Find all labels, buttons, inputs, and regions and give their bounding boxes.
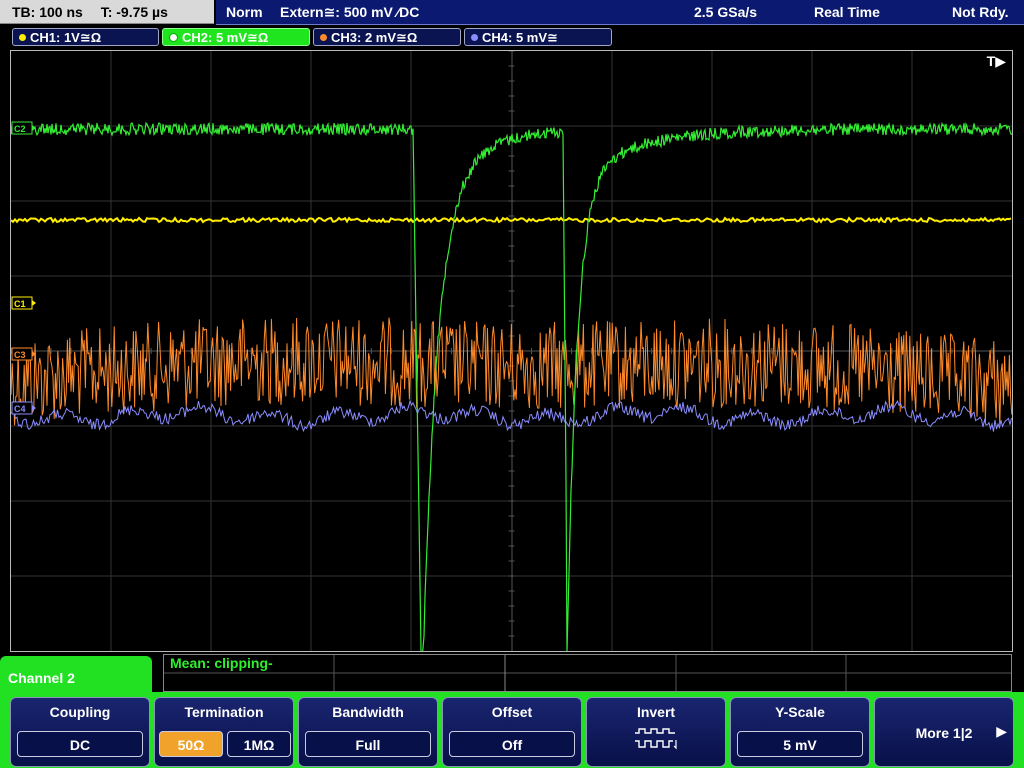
coupling-title: Coupling (49, 704, 111, 720)
measurement-readout: Mean: clipping- (170, 655, 273, 671)
trigger-status-strip[interactable]: Norm Extern≅: 500 mV ⁄DC 2.5 GSa/s Real … (216, 0, 1024, 25)
channel-marker-c4[interactable]: C4 (11, 401, 36, 415)
channel-marker-c3[interactable]: C3 (11, 347, 36, 361)
ch3-label: CH3: 2 mV≅Ω (331, 30, 418, 45)
more-label: More 1|2 (915, 725, 973, 741)
offset-value[interactable]: Off (449, 731, 575, 757)
svg-text:C2: C2 (14, 124, 26, 134)
invert-title: Invert (636, 704, 676, 720)
trigger-position-marker-icon: T▶ (986, 53, 1006, 69)
yscale-title: Y-Scale (775, 704, 825, 720)
sample-rate: 2.5 GSa/s (694, 4, 758, 20)
bandwidth-value[interactable]: Full (305, 731, 431, 757)
termination-50ohm-option[interactable]: 50Ω (159, 731, 223, 757)
yscale-value[interactable]: 5 mV (737, 731, 863, 757)
ch1-label: CH1: 1V≅Ω (30, 30, 102, 45)
ch3-dot-icon (320, 34, 327, 42)
svg-text:C3: C3 (14, 350, 26, 360)
acquisition-mode: Real Time (814, 4, 880, 20)
more-softkey[interactable]: More 1|2 ▶ (874, 697, 1014, 767)
waveform-canvas: C2 C1 C3 C4 (11, 51, 1012, 651)
waveform-display[interactable]: C2 C1 C3 C4 T▶ (10, 50, 1013, 652)
arrow-right-icon: ▶ (996, 723, 1007, 739)
coupling-value[interactable]: DC (17, 731, 143, 757)
measurement-grid (164, 655, 1011, 691)
termination-1mohm-option[interactable]: 1MΩ (227, 731, 291, 757)
trigger-time-readout: T: -9.75 µs (100, 4, 168, 20)
channel-tab-ch2[interactable]: CH2: 5 mV≅Ω (162, 28, 310, 46)
channel-marker-c1[interactable]: C1 (11, 296, 36, 310)
ch2-label: CH2: 5 mV≅Ω (182, 30, 269, 45)
measurement-panel[interactable]: Mean: clipping- (163, 654, 1012, 692)
acquisition-status: Not Rdy. (952, 4, 1009, 20)
channel-tab-ch3[interactable]: CH3: 2 mV≅Ω (313, 28, 461, 46)
channel-marker-c2[interactable]: C2 (11, 121, 36, 135)
svg-text:C4: C4 (14, 404, 26, 414)
ch4-label: CH4: 5 mV≅ (482, 30, 558, 45)
trigger-mode: Norm (226, 4, 263, 20)
channel-tab-ch1[interactable]: CH1: 1V≅Ω (12, 28, 159, 46)
graticule-grid (11, 51, 1012, 651)
trigger-source: Extern≅: 500 mV ⁄DC (280, 4, 420, 20)
bandwidth-softkey[interactable]: Bandwidth Full (298, 697, 438, 767)
invert-softkey[interactable]: Invert (586, 697, 726, 767)
ch1-dot-icon (19, 34, 26, 42)
yscale-softkey[interactable]: Y-Scale 5 mV (730, 697, 870, 767)
coupling-softkey[interactable]: Coupling DC (10, 697, 150, 767)
ch4-dot-icon (471, 34, 478, 42)
invert-waveform-icon (635, 728, 677, 750)
timebase-box[interactable]: TB: 100 ns T: -9.75 µs (0, 0, 214, 24)
termination-softkey[interactable]: Termination 50Ω 1MΩ (154, 697, 294, 767)
timebase-readout: TB: 100 ns (12, 4, 83, 20)
svg-text:C1: C1 (14, 299, 26, 309)
channel-tab-ch4[interactable]: CH4: 5 mV≅ (464, 28, 612, 46)
ch2-dot-icon (169, 33, 178, 43)
bandwidth-title: Bandwidth (332, 704, 404, 720)
top-status-bar: TB: 100 ns T: -9.75 µs Norm Extern≅: 500… (0, 0, 1024, 26)
offset-title: Offset (491, 704, 533, 720)
termination-title: Termination (184, 704, 264, 720)
offset-softkey[interactable]: Offset Off (442, 697, 582, 767)
